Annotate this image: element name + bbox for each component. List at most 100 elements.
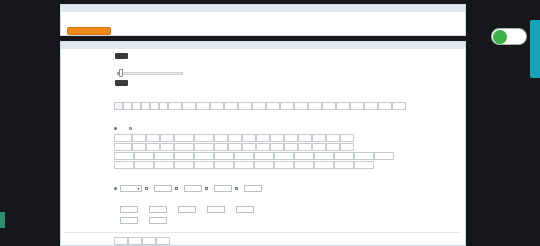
attr-option[interactable] bbox=[114, 143, 132, 151]
stat-input[interactable] bbox=[178, 205, 196, 213]
attr-option[interactable] bbox=[234, 152, 254, 160]
attr-option[interactable] bbox=[134, 161, 154, 169]
type-option[interactable] bbox=[294, 102, 308, 110]
right-side-tab[interactable] bbox=[530, 20, 540, 78]
attr-option[interactable] bbox=[114, 134, 132, 142]
attr-option[interactable] bbox=[214, 143, 228, 151]
type-option[interactable] bbox=[182, 102, 196, 110]
condition-select[interactable]: ▼ bbox=[120, 184, 142, 192]
type-option[interactable] bbox=[322, 102, 336, 110]
attr-option[interactable] bbox=[194, 134, 214, 142]
level-slider-handle[interactable] bbox=[119, 69, 123, 77]
attr-option[interactable] bbox=[146, 143, 160, 151]
type-option[interactable] bbox=[392, 102, 406, 110]
attr-option[interactable] bbox=[242, 143, 256, 151]
attr-option[interactable] bbox=[314, 152, 334, 160]
stat-input[interactable] bbox=[207, 205, 225, 213]
attr-option[interactable] bbox=[270, 134, 284, 142]
bottom-option[interactable] bbox=[142, 237, 156, 245]
type-option[interactable] bbox=[252, 102, 266, 110]
bottom-option[interactable] bbox=[156, 237, 170, 245]
stat-input[interactable] bbox=[236, 205, 254, 213]
type-option[interactable] bbox=[123, 102, 132, 110]
attr-option[interactable] bbox=[298, 134, 312, 142]
bottom-option[interactable] bbox=[114, 237, 128, 245]
condition-option-4-checkbox[interactable] bbox=[235, 186, 238, 190]
attr-option[interactable] bbox=[214, 161, 234, 169]
left-edge-tab[interactable] bbox=[0, 212, 5, 228]
attr-option[interactable] bbox=[154, 152, 174, 160]
type-option[interactable] bbox=[132, 102, 141, 110]
attr-option[interactable] bbox=[234, 161, 254, 169]
attr-option[interactable] bbox=[114, 161, 134, 169]
condition-option-2-input[interactable] bbox=[184, 184, 202, 192]
attr-option[interactable] bbox=[174, 161, 194, 169]
type-option[interactable] bbox=[141, 102, 150, 110]
attr-option[interactable] bbox=[274, 152, 294, 160]
type-option[interactable] bbox=[378, 102, 392, 110]
type-option[interactable] bbox=[238, 102, 252, 110]
select-server-button[interactable] bbox=[67, 27, 111, 35]
type-option[interactable] bbox=[114, 102, 123, 110]
attr-option[interactable] bbox=[254, 152, 274, 160]
attr-option[interactable] bbox=[298, 143, 312, 151]
stat-input[interactable] bbox=[120, 216, 138, 224]
attr-option[interactable] bbox=[340, 134, 354, 142]
type-option[interactable] bbox=[224, 102, 238, 110]
attr-option[interactable] bbox=[326, 143, 340, 151]
type-option[interactable] bbox=[150, 102, 159, 110]
attr-option[interactable] bbox=[132, 134, 146, 142]
type-option[interactable] bbox=[280, 102, 294, 110]
condition-option-1-input[interactable] bbox=[154, 184, 172, 192]
condition-option-1-checkbox[interactable] bbox=[145, 186, 148, 190]
attr-option[interactable] bbox=[134, 152, 154, 160]
type-option[interactable] bbox=[168, 102, 182, 110]
condition-option-3-input[interactable] bbox=[214, 184, 232, 192]
attr-option[interactable] bbox=[274, 161, 294, 169]
attr-option[interactable] bbox=[146, 134, 160, 142]
attr-option[interactable] bbox=[254, 161, 274, 169]
stat-input[interactable] bbox=[149, 216, 167, 224]
attr-option[interactable] bbox=[160, 134, 174, 142]
attr-all-radio[interactable] bbox=[129, 126, 132, 130]
attr-any-radio[interactable] bbox=[114, 126, 117, 130]
floating-badge[interactable] bbox=[491, 28, 527, 45]
attr-option[interactable] bbox=[228, 143, 242, 151]
attr-option[interactable] bbox=[114, 152, 134, 160]
attr-option[interactable] bbox=[354, 152, 374, 160]
attr-option[interactable] bbox=[132, 143, 146, 151]
attr-option[interactable] bbox=[174, 134, 194, 142]
attr-option[interactable] bbox=[334, 161, 354, 169]
attr-option[interactable] bbox=[284, 143, 298, 151]
attr-option[interactable] bbox=[214, 134, 228, 142]
type-option[interactable] bbox=[364, 102, 378, 110]
attr-option[interactable] bbox=[174, 152, 194, 160]
attr-option[interactable] bbox=[214, 152, 234, 160]
attr-option[interactable] bbox=[314, 161, 334, 169]
attr-option[interactable] bbox=[194, 161, 214, 169]
attr-option[interactable] bbox=[326, 134, 340, 142]
attr-option[interactable] bbox=[284, 134, 298, 142]
attr-option[interactable] bbox=[340, 143, 354, 151]
condition-option-2-checkbox[interactable] bbox=[175, 186, 178, 190]
attr-option[interactable] bbox=[334, 152, 354, 160]
condition-radio[interactable] bbox=[114, 186, 117, 190]
type-option[interactable] bbox=[266, 102, 280, 110]
attr-option[interactable] bbox=[270, 143, 284, 151]
attr-option[interactable] bbox=[194, 143, 214, 151]
condition-option-3-checkbox[interactable] bbox=[205, 186, 208, 190]
stat-input[interactable] bbox=[120, 205, 138, 213]
type-option[interactable] bbox=[159, 102, 168, 110]
attr-option[interactable] bbox=[294, 161, 314, 169]
attr-option[interactable] bbox=[154, 161, 174, 169]
type-option[interactable] bbox=[196, 102, 210, 110]
type-option[interactable] bbox=[210, 102, 224, 110]
stat-input[interactable] bbox=[149, 205, 167, 213]
condition-option-4-input[interactable] bbox=[244, 184, 262, 192]
attr-option[interactable] bbox=[242, 134, 256, 142]
attr-option[interactable] bbox=[294, 152, 314, 160]
attr-option[interactable] bbox=[312, 134, 326, 142]
bottom-option[interactable] bbox=[128, 237, 142, 245]
attr-option[interactable] bbox=[312, 143, 326, 151]
type-option[interactable] bbox=[308, 102, 322, 110]
